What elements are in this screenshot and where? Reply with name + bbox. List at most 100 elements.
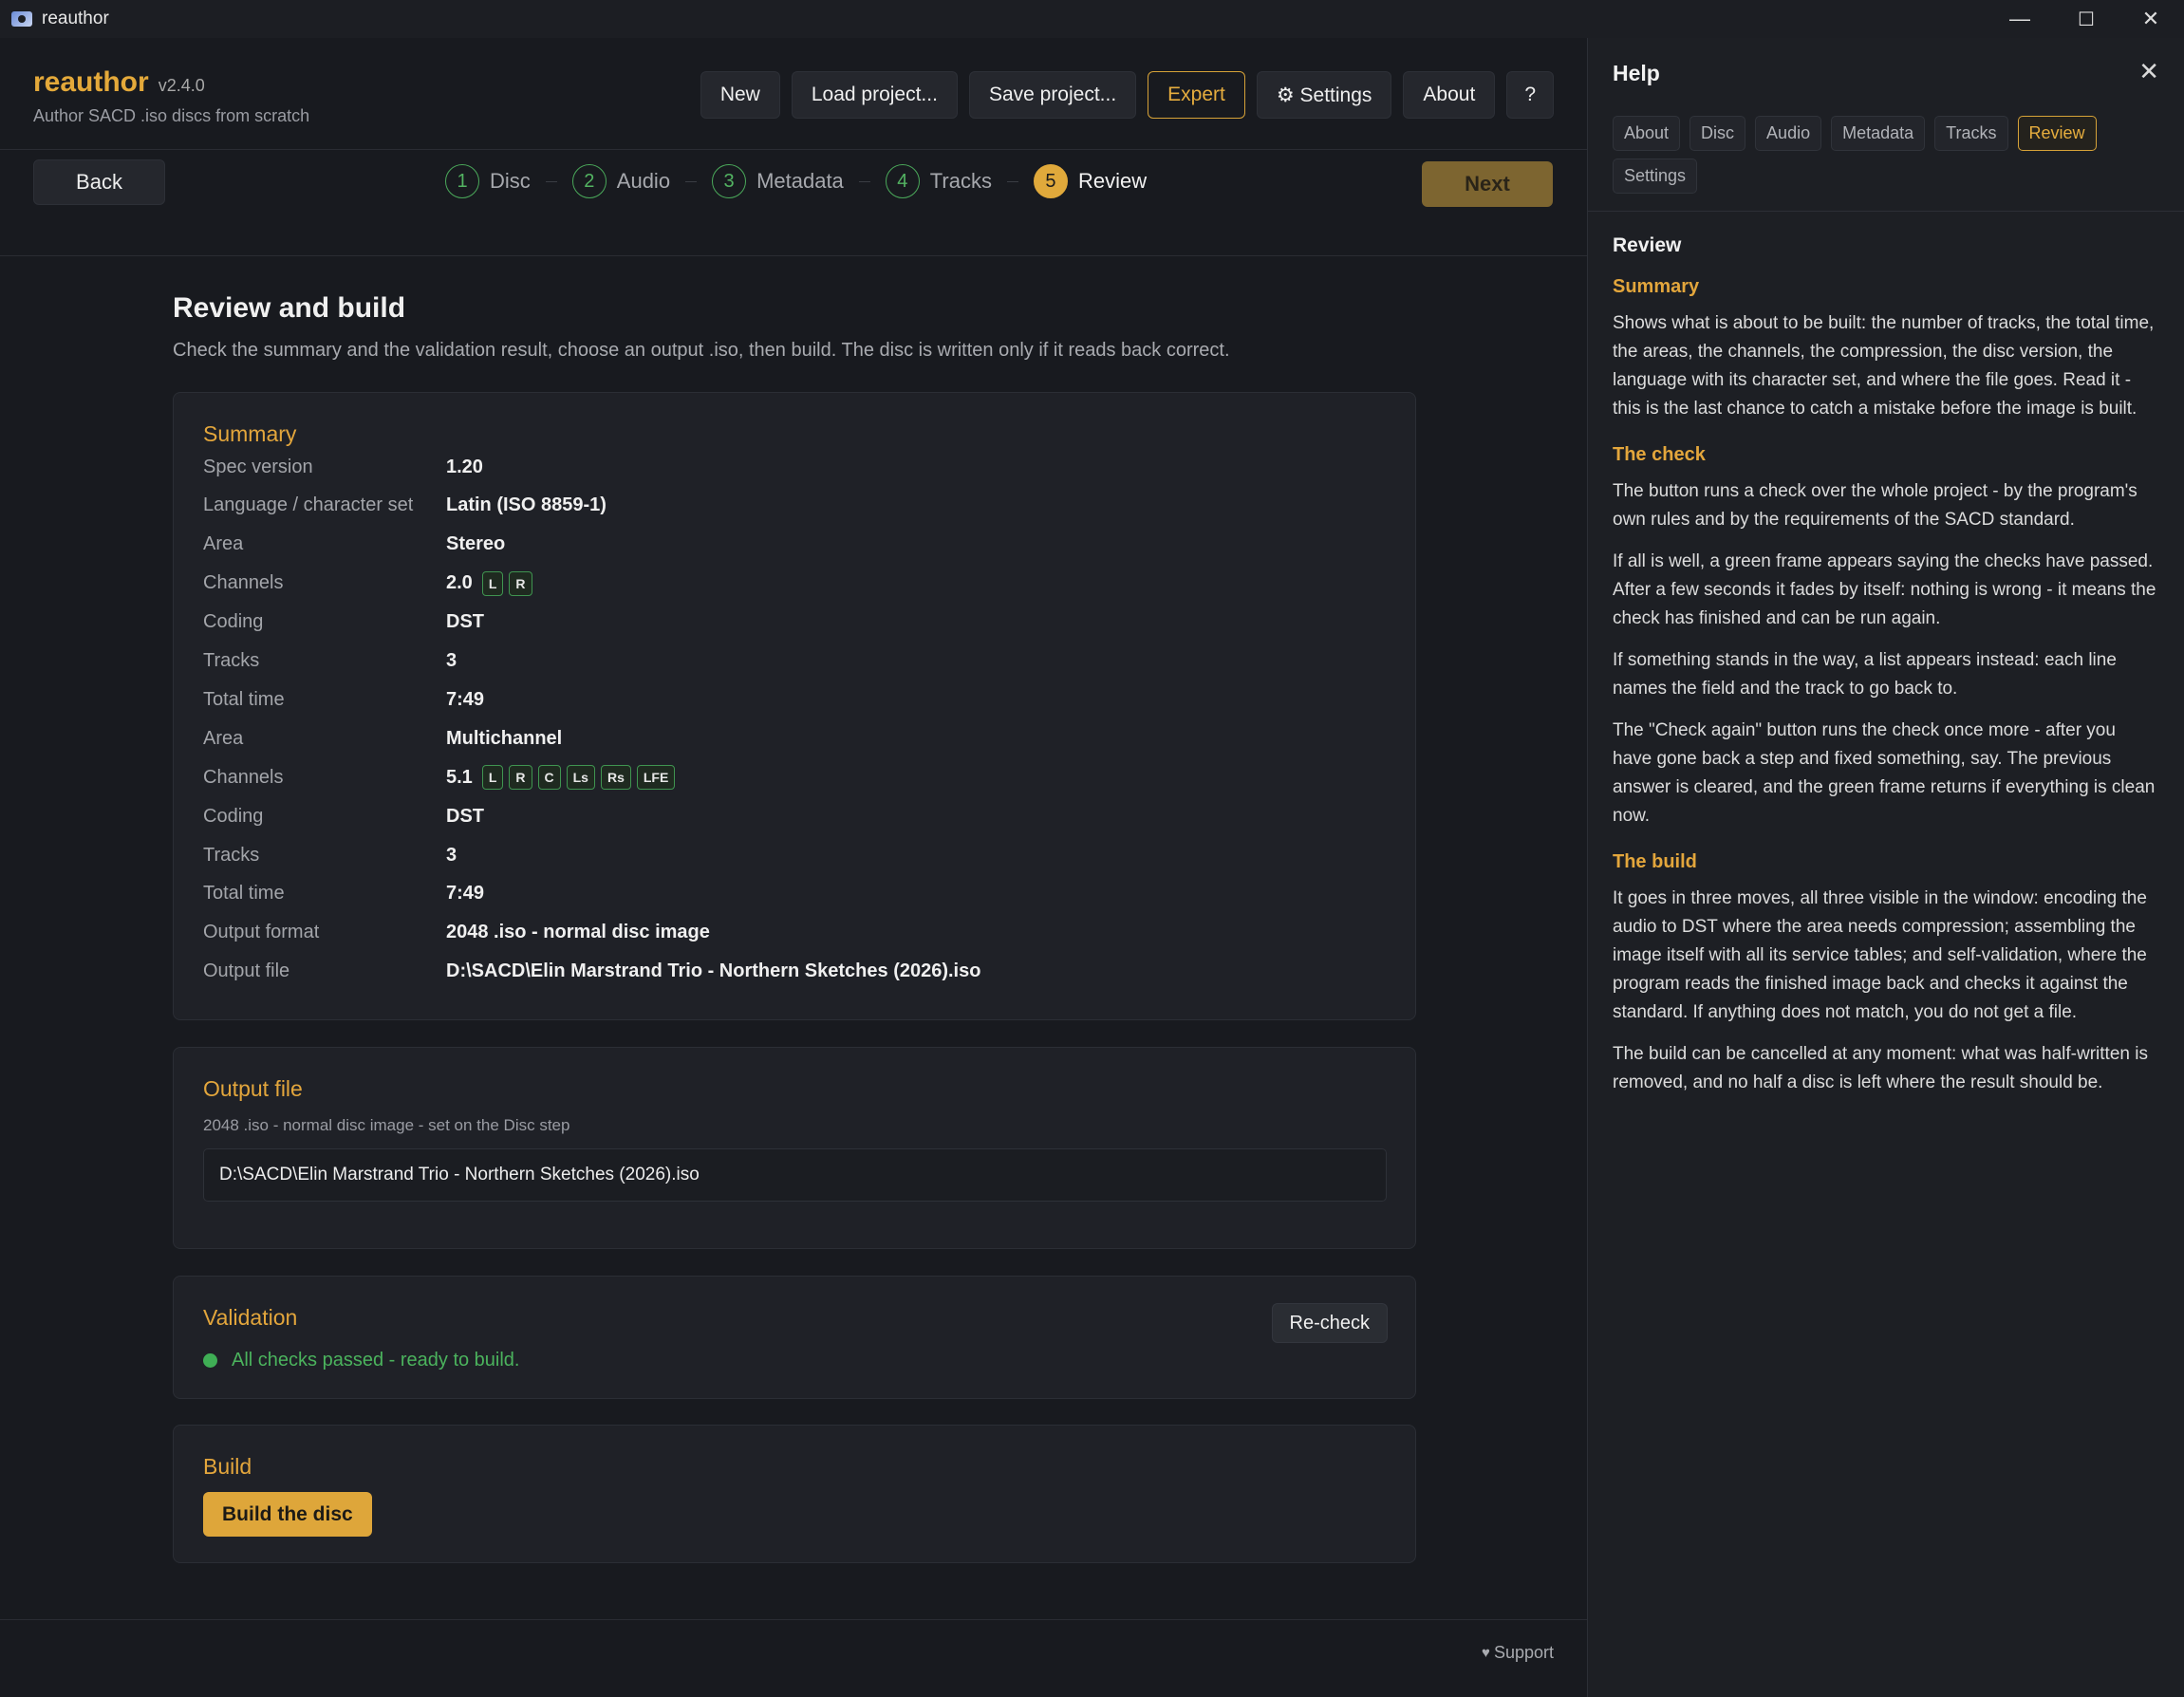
summary-value: 7:49 [446, 883, 484, 904]
channel-chip: LFE [636, 765, 676, 791]
recheck-button[interactable]: Re-check [1271, 1303, 1388, 1343]
build-card: Build Build the disc [173, 1425, 1416, 1563]
help-paragraph: If something stands in the way, a list a… [1613, 650, 2117, 699]
load-project-button[interactable]: Load project... [791, 71, 958, 119]
step-indicator: 1 Disc 2 Audio 3 Metadata 4 Tracks 5 Rev… [445, 164, 1147, 198]
summary-value: 1.20 [446, 457, 483, 478]
summary-key: Total time [203, 688, 285, 710]
save-project-button[interactable]: Save project... [968, 71, 1137, 119]
next-button[interactable]: Next [1422, 161, 1553, 207]
summary-row: Total time 7:49 [203, 875, 1380, 913]
summary-value-text: Stereo [446, 533, 506, 555]
window-title: reauthor [42, 9, 109, 28]
new-button[interactable]: New [700, 71, 780, 119]
summary-key: Tracks [203, 844, 260, 866]
step-audio[interactable]: 2 Audio [571, 164, 712, 198]
summary-key: Spec version [203, 456, 313, 477]
validation-card: Validation Re-check All checks passed - … [173, 1276, 1416, 1399]
status-dot-icon [203, 1353, 217, 1368]
settings-button[interactable]: ⚙ Settings [1256, 71, 1392, 119]
app-icon [11, 11, 32, 27]
step-bar: Back 1 Disc 2 Audio 3 Metadata 4 Tracks [0, 150, 1587, 256]
summary-value: Multichannel [446, 728, 562, 750]
help-tab-about[interactable]: About [1613, 116, 1681, 151]
output-file-title: Output file [203, 1076, 303, 1101]
app-version: v2.4.0 [158, 76, 205, 95]
support-link[interactable]: ♥ Support [1482, 1643, 1554, 1663]
summary-key: Output format [203, 922, 320, 943]
help-tab-audio[interactable]: Audio [1755, 116, 1822, 151]
step-label: Audio [616, 169, 671, 193]
help-section: Summary Shows what is about to be built: … [1613, 276, 2158, 423]
maximize-button[interactable]: ☐ [2053, 0, 2119, 38]
summary-value: DST [446, 611, 484, 633]
summary-value: 5.1 L R C Ls Rs LFE [446, 765, 676, 791]
minimize-button[interactable]: — [1987, 0, 2053, 38]
help-divider [1588, 211, 2184, 212]
step-number: 5 [1033, 164, 1068, 198]
step-disc[interactable]: 1 Disc [445, 164, 572, 198]
channel-chip: L [481, 765, 504, 791]
summary-value: 3 [446, 650, 457, 672]
step-separator [858, 180, 870, 182]
summary-value-text: DST [446, 611, 484, 633]
channel-chip: C [537, 765, 561, 791]
step-number: 2 [571, 164, 607, 198]
back-button[interactable]: Back [33, 159, 165, 205]
validation-status: All checks passed - ready to build. [203, 1350, 520, 1371]
step-label: Disc [490, 169, 531, 193]
summary-value: 2048 .iso - normal disc image [446, 922, 710, 943]
summary-row: Spec version 1.20 [203, 448, 1380, 486]
summary-key: Area [203, 727, 244, 749]
summary-value-text: 7:49 [446, 688, 485, 710]
channel-chip: Rs [600, 765, 631, 791]
channel-chip: R [509, 765, 532, 791]
step-number: 4 [885, 164, 920, 198]
summary-value: 3 [446, 845, 457, 867]
output-file-field[interactable]: D:\SACD\Elin Marstrand Trio - Northern S… [203, 1148, 1387, 1202]
help-section: The build It goes in three moves, all thr… [1613, 851, 2158, 1097]
step-label: Metadata [756, 169, 844, 193]
help-title: Help [1613, 61, 1660, 85]
help-paragraph: Shows what is about to be built: the num… [1613, 313, 2155, 419]
step-metadata[interactable]: 3 Metadata [712, 164, 886, 198]
help-tab-tracks[interactable]: Tracks [1934, 116, 2008, 151]
summary-value-text: 1.20 [446, 456, 483, 477]
help-tab-metadata[interactable]: Metadata [1831, 116, 1926, 151]
help-tab-disc[interactable]: Disc [1689, 116, 1746, 151]
build-disc-button[interactable]: Build the disc [203, 1492, 372, 1537]
channel-chip: Ls [566, 765, 595, 791]
summary-value: DST [446, 806, 484, 828]
validation-title: Validation [203, 1305, 298, 1330]
help-panel: Help ✕ About Disc Audio Metadata Tracks … [1587, 38, 2184, 1697]
summary-title: Summary [203, 421, 297, 446]
help-paragraph: The button runs a check over the whole p… [1613, 481, 2137, 530]
about-button[interactable]: About [1403, 71, 1496, 119]
app-header: reauthor v2.4.0 Author SACD .iso discs fr… [0, 38, 1587, 150]
summary-value-text: DST [446, 805, 484, 827]
summary-value: Latin (ISO 8859-1) [446, 494, 607, 516]
summary-key: Language / character set [203, 494, 414, 516]
heart-icon: ♥ [1482, 1645, 1490, 1661]
help-button[interactable]: ? [1506, 71, 1554, 119]
page-title: Review and build [173, 292, 406, 324]
step-review[interactable]: 5 Review [1033, 164, 1147, 198]
summary-row: Output format 2048 .iso - normal disc ima… [203, 914, 1380, 952]
summary-key: Coding [203, 805, 264, 827]
channel-chip: L [481, 570, 504, 596]
step-tracks[interactable]: 4 Tracks [885, 164, 1034, 198]
help-close-icon[interactable]: ✕ [2138, 57, 2159, 86]
summary-value-text: D:\SACD\Elin Marstrand Trio - Northern S… [446, 960, 981, 982]
summary-key: Coding [203, 611, 264, 633]
help-tab-settings[interactable]: Settings [1613, 159, 1698, 194]
summary-value-text: 3 [446, 650, 457, 671]
help-section-heading: The check [1613, 444, 1706, 465]
build-title: Build [203, 1454, 252, 1479]
close-window-button[interactable]: ✕ [2118, 0, 2184, 38]
summary-value: D:\SACD\Elin Marstrand Trio - Northern S… [446, 960, 980, 982]
help-tab-review[interactable]: Review [2017, 116, 2097, 151]
step-separator [1006, 180, 1018, 182]
step-number: 1 [445, 164, 479, 198]
summary-row: Language / character set Latin (ISO 8859-… [203, 487, 1380, 525]
expert-button[interactable]: Expert [1148, 71, 1245, 119]
